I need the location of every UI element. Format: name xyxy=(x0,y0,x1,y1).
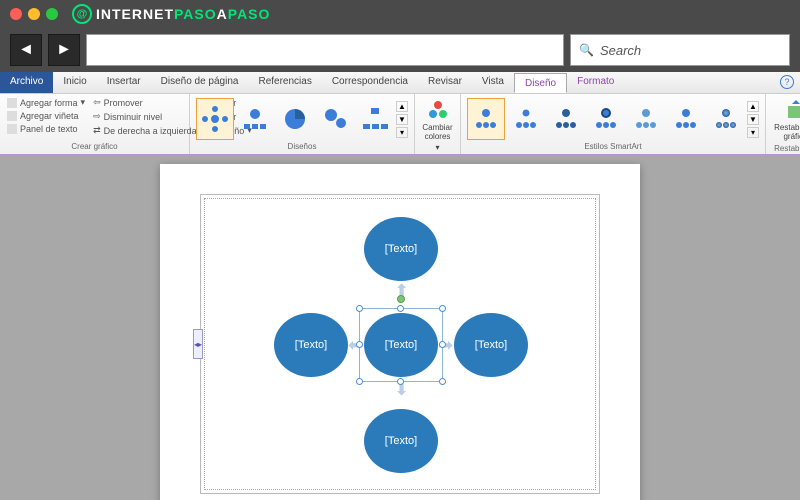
back-button[interactable]: ◄ xyxy=(10,34,42,66)
layout-hierarchy[interactable] xyxy=(356,98,394,140)
help-icon[interactable]: ? xyxy=(780,75,794,89)
minimize-icon[interactable] xyxy=(28,8,40,20)
layout-gear[interactable] xyxy=(316,98,354,140)
close-icon[interactable] xyxy=(10,8,22,20)
window-title-bar: @ INTERNETPASOAPASO xyxy=(0,0,800,28)
style-5[interactable] xyxy=(627,98,665,140)
tab-diseno-pagina[interactable]: Diseño de página xyxy=(151,72,249,93)
btn-cambiar-colores[interactable]: Cambiar colores ▾ xyxy=(419,96,456,154)
styles-scroll-down[interactable]: ▼ xyxy=(747,114,759,125)
search-input[interactable]: Search xyxy=(570,34,790,66)
node-bottom[interactable]: [Texto] xyxy=(364,409,438,473)
tab-formato[interactable]: Formato xyxy=(567,72,624,93)
group-label-disenos: Diseños xyxy=(194,142,410,152)
style-2[interactable] xyxy=(507,98,545,140)
btn-agregar-vineta[interactable]: Agregar viñeta xyxy=(4,110,88,122)
btn-panel-texto[interactable]: Panel de texto xyxy=(4,123,88,135)
group-label-estilos: Estilos SmartArt xyxy=(465,142,761,152)
menu-strip: Archivo Inicio Insertar Diseño de página… xyxy=(0,72,800,94)
smartart-frame[interactable]: ◂▸ [Texto] [Texto] [Texto] [Texto] [Text… xyxy=(200,194,600,494)
document-area: ◂▸ [Texto] [Texto] [Texto] [Texto] [Text… xyxy=(0,156,800,500)
tab-diseno[interactable]: Diseño xyxy=(514,73,567,93)
tab-correspondencia[interactable]: Correspondencia xyxy=(322,72,418,93)
resize-handle-se[interactable] xyxy=(439,378,446,385)
word-app: Archivo Inicio Insertar Diseño de página… xyxy=(0,72,800,500)
text-pane-icon xyxy=(7,124,17,134)
brand-mark-icon: @ xyxy=(72,4,92,24)
brand-text: INTERNETPASOAPASO xyxy=(96,6,270,22)
node-right[interactable]: [Texto] xyxy=(454,313,528,377)
rotate-handle[interactable] xyxy=(397,295,405,303)
ribbon-group-disenos: ▲ ▼ ▾ Diseños xyxy=(190,94,415,154)
url-input[interactable] xyxy=(86,34,564,66)
resize-handle-sw[interactable] xyxy=(356,378,363,385)
node-top[interactable]: [Texto] xyxy=(364,217,438,281)
resize-handle-n[interactable] xyxy=(397,305,404,312)
ribbon-group-crear-grafico: Agregar forma ▾ Agregar viñeta Panel de … xyxy=(0,94,190,154)
tab-vista[interactable]: Vista xyxy=(472,72,514,93)
bullet-icon xyxy=(7,111,17,121)
btn-restablecer-grafico[interactable]: Restablecer gráfico xyxy=(770,96,800,144)
tab-revisar[interactable]: Revisar xyxy=(418,72,472,93)
resize-handle-s[interactable] xyxy=(397,378,404,385)
ribbon-group-restablecer: Restablecer gráfico Restablecer xyxy=(766,94,800,154)
tab-insertar[interactable]: Insertar xyxy=(97,72,151,93)
layout-basic-radial[interactable] xyxy=(236,98,274,140)
resize-handle-w[interactable] xyxy=(356,341,363,348)
layout-radial-cycle[interactable] xyxy=(276,98,314,140)
btn-promover[interactable]: ⇦ Promover xyxy=(90,96,200,109)
browser-nav-bar: ◄ ► Search xyxy=(0,28,800,72)
style-3[interactable] xyxy=(547,98,585,140)
btn-agregar-forma[interactable]: Agregar forma ▾ xyxy=(4,96,88,109)
page[interactable]: ◂▸ [Texto] [Texto] [Texto] [Texto] [Text… xyxy=(160,164,640,500)
styles-more[interactable]: ▾ xyxy=(747,127,759,138)
ribbon-group-estilos: ▲ ▼ ▾ Estilos SmartArt xyxy=(461,94,766,154)
btn-disminuir-nivel[interactable]: ⇨ Disminuir nivel xyxy=(90,110,200,123)
layout-diverging-radial[interactable] xyxy=(196,98,234,140)
group-label-crear: Crear gráfico xyxy=(4,142,185,152)
reset-icon xyxy=(784,98,800,122)
styles-scroll-up[interactable]: ▲ xyxy=(747,101,759,112)
style-7[interactable] xyxy=(707,98,745,140)
node-left[interactable]: [Texto] xyxy=(274,313,348,377)
style-1[interactable] xyxy=(467,98,505,140)
gallery-scroll-up[interactable]: ▲ xyxy=(396,101,408,112)
tab-archivo[interactable]: Archivo xyxy=(0,72,53,93)
maximize-icon[interactable] xyxy=(46,8,58,20)
style-6[interactable] xyxy=(667,98,705,140)
smartart-diagram: [Texto] [Texto] [Texto] [Texto] [Texto] … xyxy=(201,195,599,493)
resize-handle-ne[interactable] xyxy=(439,305,446,312)
ribbon: Agregar forma ▾ Agregar viñeta Panel de … xyxy=(0,94,800,156)
btn-derecha-izquierda[interactable]: ⇄ De derecha a izquierda xyxy=(90,124,200,137)
color-wheel-icon xyxy=(426,98,450,122)
ribbon-group-colors: Cambiar colores ▾ xyxy=(415,94,461,154)
browser-chrome: @ INTERNETPASOAPASO ◄ ► Search xyxy=(0,0,800,72)
style-4[interactable] xyxy=(587,98,625,140)
brand-logo-group: @ INTERNETPASOAPASO xyxy=(72,4,270,24)
selection-frame xyxy=(359,308,443,382)
tab-referencias[interactable]: Referencias xyxy=(248,72,321,93)
gallery-scroll-down[interactable]: ▼ xyxy=(396,114,408,125)
resize-handle-nw[interactable] xyxy=(356,305,363,312)
tab-inicio[interactable]: Inicio xyxy=(53,72,96,93)
group-label-reset: Restablecer xyxy=(770,144,800,154)
gallery-more[interactable]: ▾ xyxy=(396,127,408,138)
resize-handle-e[interactable] xyxy=(439,341,446,348)
forward-button[interactable]: ► xyxy=(48,34,80,66)
add-shape-icon xyxy=(7,98,17,108)
